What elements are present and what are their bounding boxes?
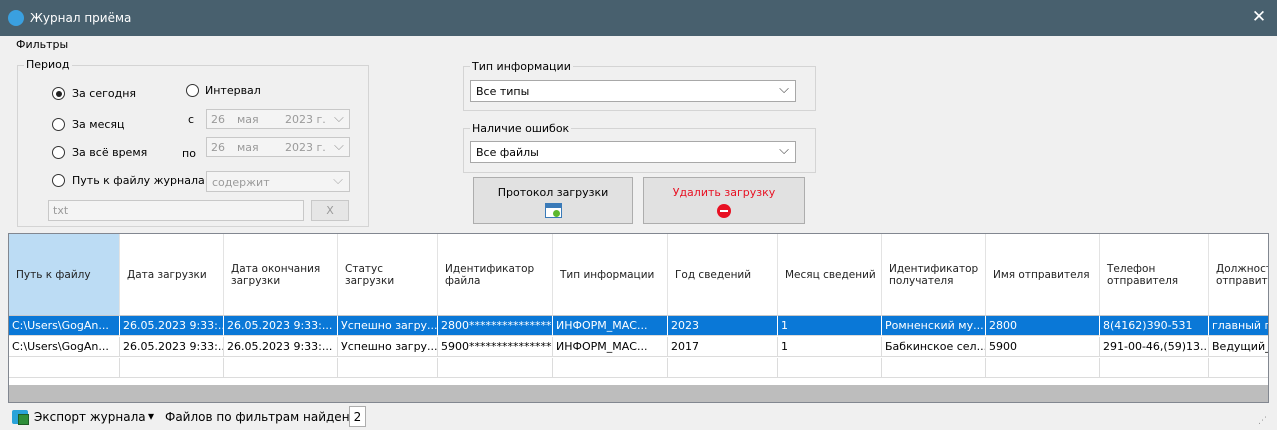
status-bar: Экспорт журнала ▾ Файлов по фильтрам най… xyxy=(8,404,1273,430)
path-input[interactable]: txt xyxy=(48,200,304,221)
table-cell: 5900 xyxy=(986,337,1100,357)
table-cell: Ведущий_ xyxy=(1209,337,1268,357)
table-row[interactable]: C:\Users\GogAn... 26.05.2023 9:33:... 26… xyxy=(9,337,1268,358)
date-to-label: по xyxy=(182,147,196,160)
filters-legend: Фильтры xyxy=(14,38,71,51)
table-cell: 2800 xyxy=(986,316,1100,336)
found-files-label: Файлов по фильтрам найдено xyxy=(165,410,357,424)
info-type-legend: Тип информации xyxy=(470,60,573,73)
table-row-empty xyxy=(9,358,1268,378)
table-cell: 2023 xyxy=(668,316,778,336)
upload-log-table: Путь к файлу Дата загрузки Дата окончани… xyxy=(8,233,1269,403)
chevron-down-icon: ⌵ xyxy=(779,143,789,158)
radio-month-label[interactable]: За месяц xyxy=(72,118,125,131)
column-header-month[interactable]: Месяц сведений xyxy=(778,234,882,316)
column-header-sender-phone[interactable]: Телефон отправителя xyxy=(1100,234,1209,316)
info-type-select[interactable]: Все типы ⌵ xyxy=(470,80,796,102)
delete-upload-button[interactable]: Удалить загрузку xyxy=(643,177,805,224)
chevron-down-icon: ⌵ xyxy=(334,139,344,154)
export-excel-icon xyxy=(12,408,30,425)
table-cell: 1 xyxy=(778,316,882,336)
table-header: Путь к файлу Дата загрузки Дата окончани… xyxy=(9,234,1268,316)
export-journal-button[interactable]: Экспорт журнала xyxy=(34,410,146,424)
resize-grip-icon[interactable]: ⋰ xyxy=(1258,416,1267,426)
date-from-month: мая xyxy=(237,113,259,126)
radio-interval-label[interactable]: Интервал xyxy=(205,84,261,97)
period-legend: Период xyxy=(24,58,72,71)
table-cell: 291-00-46,(59)13... xyxy=(1100,337,1209,357)
column-header-recipient-id[interactable]: Идентификатор получателя xyxy=(882,234,986,316)
path-mode-select[interactable]: содержит ⌵ xyxy=(206,171,350,192)
table-cell: 2800***************... xyxy=(438,316,553,336)
radio-all-time-label[interactable]: За всё время xyxy=(72,146,147,159)
table-row[interactable]: C:\Users\GogAn... 26.05.2023 9:33:... 26… xyxy=(9,316,1268,337)
date-to-picker[interactable]: 26 мая 2023 г. ⌵ xyxy=(206,137,350,157)
table-cell: ИНФОРМ_МАС... xyxy=(553,337,668,357)
table-cell: Успешно загру... xyxy=(338,316,438,336)
date-to-year: 2023 г. xyxy=(285,141,326,154)
table-cell: 2017 xyxy=(668,337,778,357)
chevron-down-icon: ⌵ xyxy=(333,173,343,188)
clear-path-label: X xyxy=(326,204,334,217)
table-cell: Ромненский му... xyxy=(882,316,986,336)
protocol-button-label: Протокол загрузки xyxy=(497,186,609,199)
table-cell: 26.05.2023 9:33:... xyxy=(224,316,338,336)
column-header-file-id[interactable]: Идентификатор файла xyxy=(438,234,553,316)
table-cell: C:\Users\GogAn... xyxy=(9,316,120,336)
delete-circle-icon xyxy=(717,204,731,218)
radio-today[interactable] xyxy=(52,87,65,100)
delete-upload-label: Удалить загрузку xyxy=(672,186,776,199)
column-header-info-type[interactable]: Тип информации xyxy=(553,234,668,316)
radio-file-path[interactable] xyxy=(52,174,65,187)
table-cell: 8(4162)390-531 xyxy=(1100,316,1209,336)
date-to-day: 26 xyxy=(211,141,225,154)
table-cell: 26.05.2023 9:33:... xyxy=(120,337,224,357)
table-cell: ИНФОРМ_МАС... xyxy=(553,316,668,336)
table-cell: главный г xyxy=(1209,316,1268,336)
window-report-icon xyxy=(545,203,562,218)
date-from-picker[interactable]: 26 мая 2023 г. ⌵ xyxy=(206,109,350,129)
errors-select[interactable]: Все файлы ⌵ xyxy=(470,141,796,163)
date-to-month: мая xyxy=(237,141,259,154)
column-header-upload-date[interactable]: Дата загрузки xyxy=(120,234,224,316)
horizontal-scrollbar[interactable] xyxy=(9,385,1268,402)
table-cell: 1 xyxy=(778,337,882,357)
column-header-year[interactable]: Год сведений xyxy=(668,234,778,316)
table-cell: 26.05.2023 9:33:... xyxy=(120,316,224,336)
table-cell: C:\Users\GogAn... xyxy=(9,337,120,357)
title-bar: Журнал приёма ✕ xyxy=(0,0,1277,36)
errors-legend: Наличие ошибок xyxy=(470,122,572,135)
date-from-label: с xyxy=(188,113,195,126)
column-header-sender-name[interactable]: Имя отправителя xyxy=(986,234,1100,316)
protocol-button[interactable]: Протокол загрузки xyxy=(473,177,633,224)
dropdown-arrow-icon[interactable]: ▾ xyxy=(148,409,154,423)
column-header-status[interactable]: Статус загрузки xyxy=(338,234,438,316)
clear-path-button[interactable]: X xyxy=(311,200,349,221)
date-from-year: 2023 г. xyxy=(285,113,326,126)
chevron-down-icon: ⌵ xyxy=(334,111,344,126)
radio-month[interactable] xyxy=(52,118,65,131)
radio-interval[interactable] xyxy=(186,84,199,97)
chevron-down-icon: ⌵ xyxy=(779,82,789,97)
radio-file-path-label[interactable]: Путь к файлу журнала xyxy=(72,174,205,187)
date-from-day: 26 xyxy=(211,113,225,126)
info-type-value: Все типы xyxy=(476,85,530,98)
column-header-path[interactable]: Путь к файлу xyxy=(9,234,120,316)
table-cell: Бабкинское сел... xyxy=(882,337,986,357)
close-button[interactable]: ✕ xyxy=(1248,6,1270,28)
app-logo-icon xyxy=(8,10,24,26)
table-cell: Успешно загру... xyxy=(338,337,438,357)
path-input-value: txt xyxy=(53,204,69,217)
table-cell: 26.05.2023 9:33:... xyxy=(224,337,338,357)
radio-today-label[interactable]: За сегодня xyxy=(72,87,136,100)
errors-value: Все файлы xyxy=(476,146,539,159)
window-title: Журнал приёма xyxy=(30,11,132,25)
column-header-end-date[interactable]: Дата окончания загрузки xyxy=(224,234,338,316)
radio-all-time[interactable] xyxy=(52,146,65,159)
found-files-count: 2 xyxy=(349,406,366,427)
path-mode-value: содержит xyxy=(212,176,270,189)
column-header-sender-position[interactable]: Должность отправит xyxy=(1209,234,1268,316)
table-cell: 5900***************... xyxy=(438,337,553,357)
